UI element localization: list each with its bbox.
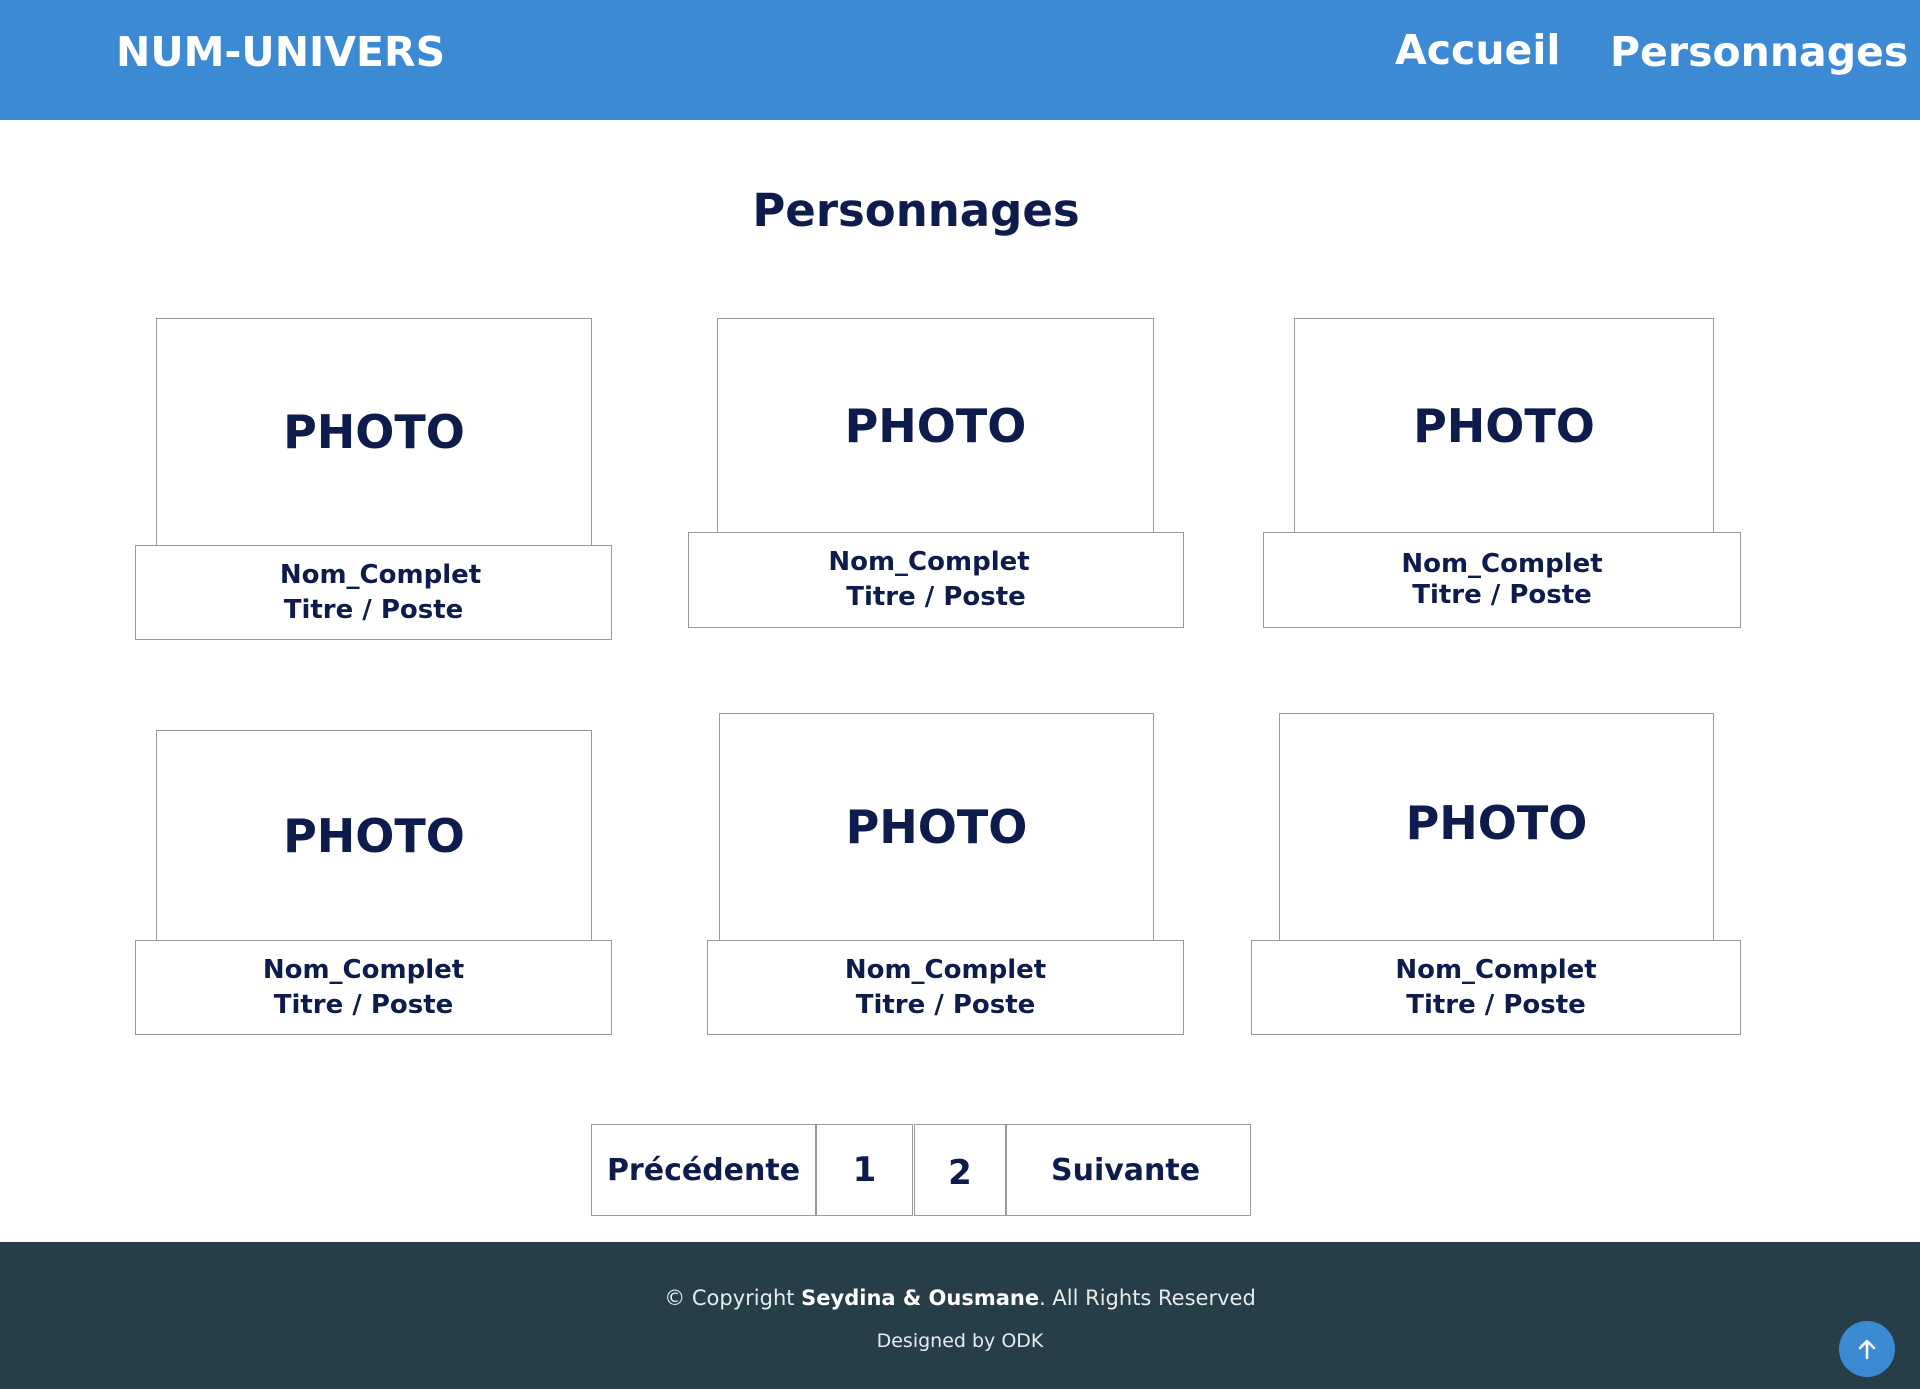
- card-role: Titre / Poste: [1406, 989, 1586, 1020]
- photo-placeholder: PHOTO: [719, 713, 1154, 941]
- nav-link-accueil[interactable]: Accueil: [1395, 26, 1560, 74]
- brand-logo[interactable]: NUM-UNIVERS: [116, 28, 445, 76]
- card-caption: Nom_Complet Titre / Poste: [1263, 532, 1741, 628]
- card-role: Titre / Poste: [283, 594, 464, 625]
- top-navbar: NUM-UNIVERS Accueil Personnages: [0, 0, 1920, 120]
- card-name: Nom_Complet: [844, 954, 1047, 985]
- page-1-button[interactable]: 1: [816, 1124, 913, 1216]
- card-name: Nom_Complet: [279, 559, 482, 590]
- previous-page-button[interactable]: Précédente: [591, 1124, 816, 1216]
- card-role: Titre / Poste: [846, 582, 1026, 612]
- card-name: Nom_Complet: [828, 547, 1030, 577]
- next-page-button[interactable]: Suivante: [1006, 1124, 1251, 1216]
- card-name: Nom_Complet: [1401, 549, 1603, 579]
- nav-link-personnages[interactable]: Personnages: [1610, 28, 1908, 76]
- card-role: Titre / Poste: [855, 989, 1036, 1020]
- page-2-button[interactable]: 2: [914, 1124, 1006, 1216]
- back-to-top-button[interactable]: [1839, 1321, 1895, 1377]
- photo-placeholder: PHOTO: [717, 318, 1154, 533]
- card-name: Nom_Complet: [262, 954, 465, 985]
- footer: [0, 1242, 1920, 1389]
- photo-placeholder: PHOTO: [1279, 713, 1714, 941]
- card-caption: Nom_Complet Titre / Poste: [135, 545, 612, 640]
- photo-placeholder: PHOTO: [156, 730, 592, 941]
- copyright-suffix: . All Rights Reserved: [1039, 1286, 1256, 1310]
- card-role: Titre / Poste: [273, 989, 454, 1020]
- card-caption: Nom_Complet Titre / Poste: [707, 940, 1184, 1035]
- card-role: Titre / Poste: [1412, 580, 1592, 610]
- copyright-authors: Seydina & Ousmane: [801, 1286, 1040, 1310]
- card-caption: Nom_Complet Titre / Poste: [688, 532, 1184, 628]
- arrow-up-icon: [1858, 1339, 1876, 1360]
- card-name: Nom_Complet: [1395, 954, 1597, 985]
- copyright-text: © Copyright Seydina & Ousmane. All Right…: [0, 1286, 1920, 1310]
- photo-placeholder: PHOTO: [156, 318, 592, 546]
- card-caption: Nom_Complet Titre / Poste: [135, 940, 612, 1035]
- designed-by-text: Designed by ODK: [876, 1330, 1044, 1352]
- page-title: Personnages: [752, 184, 1080, 237]
- card-caption: Nom_Complet Titre / Poste: [1251, 940, 1741, 1035]
- photo-placeholder: PHOTO: [1294, 318, 1714, 533]
- copyright-prefix: © Copyright: [664, 1286, 802, 1310]
